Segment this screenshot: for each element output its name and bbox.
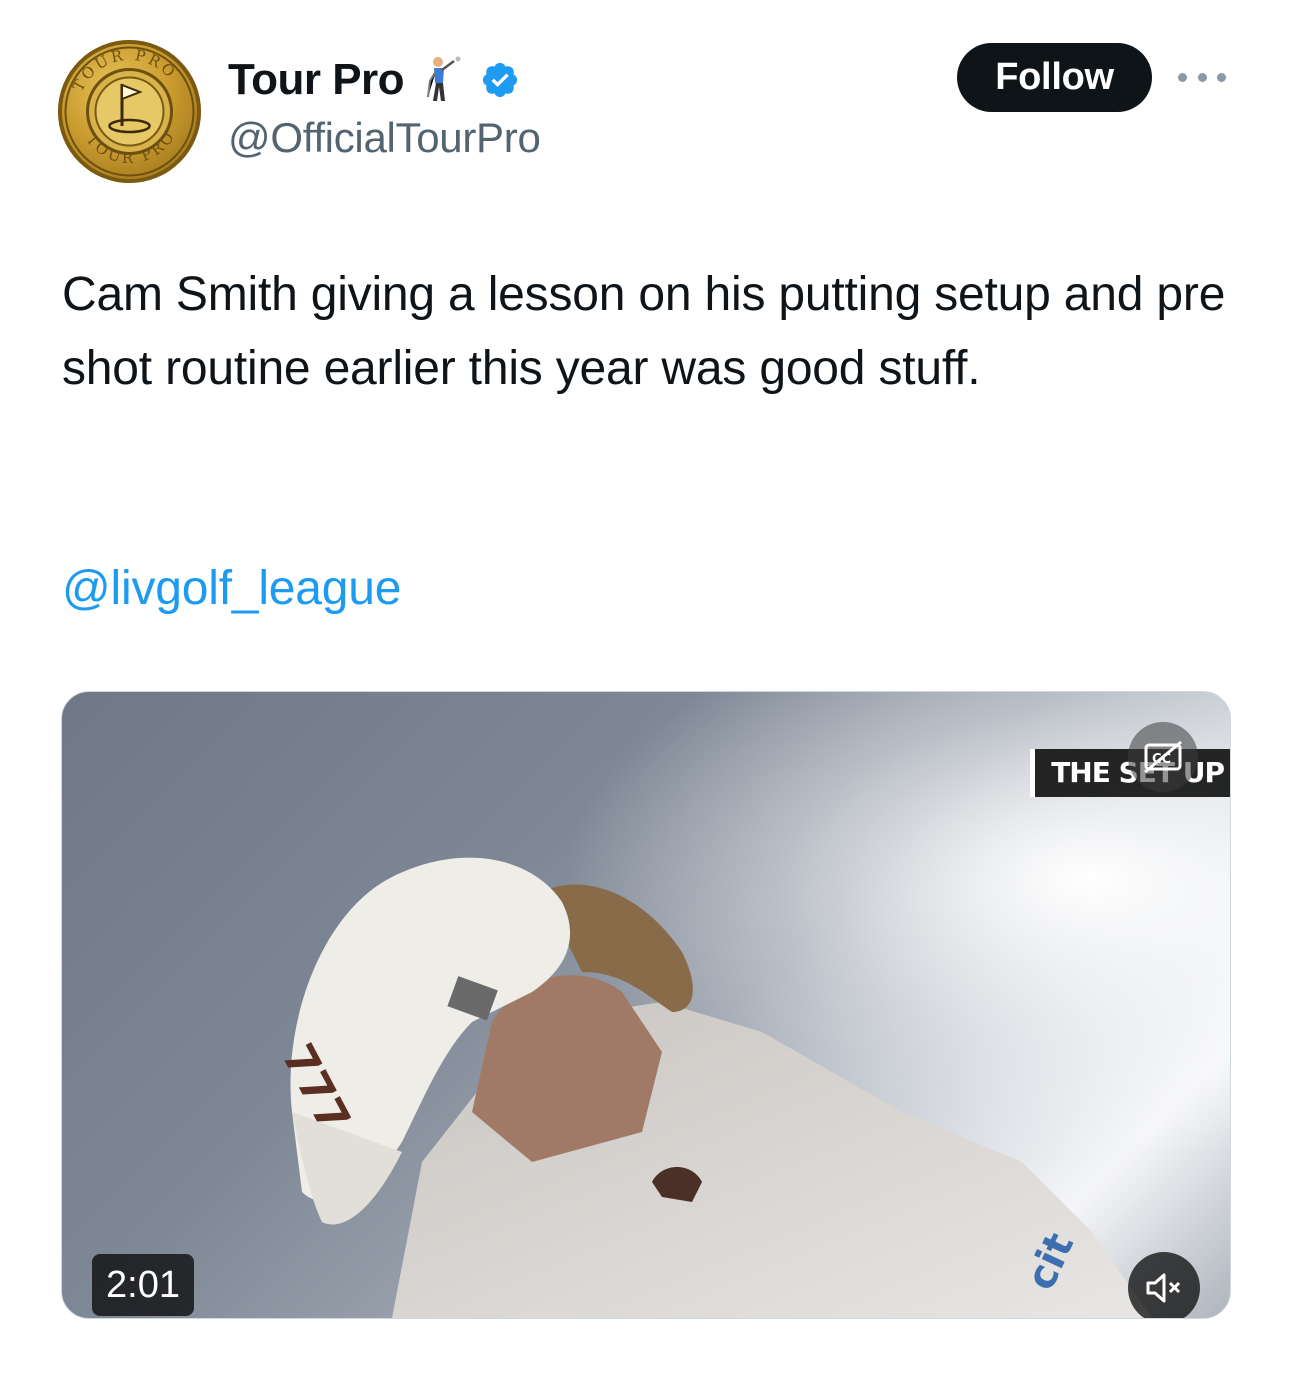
more-icon[interactable] [1178, 66, 1226, 88]
closed-captions-icon[interactable]: CC [1128, 722, 1198, 792]
golfer-icon [420, 53, 464, 107]
follow-button[interactable]: Follow [957, 43, 1152, 112]
avatar[interactable]: TOUR PRO TOUR PRO [58, 40, 201, 183]
mention-link[interactable]: @livgolf_league [62, 552, 401, 626]
tour-pro-logo: TOUR PRO TOUR PRO [64, 46, 195, 177]
tweet-text: Cam Smith giving a lesson on his putting… [62, 268, 1226, 395]
display-name[interactable]: Tour Pro [228, 55, 405, 105]
author-handle[interactable]: @OfficialTourPro [228, 114, 541, 162]
author-name-row: Tour Pro [228, 52, 520, 108]
video-player[interactable]: 777 cit THE SET UP CC 2:01 [61, 691, 1231, 1319]
tweet-card: TOUR PRO TOUR PRO Tour Pro @OfficialTour… [0, 0, 1290, 1399]
verified-badge-icon[interactable] [480, 60, 520, 100]
speaker-muted-icon[interactable] [1128, 1252, 1200, 1318]
video-duration: 2:01 [92, 1254, 194, 1316]
